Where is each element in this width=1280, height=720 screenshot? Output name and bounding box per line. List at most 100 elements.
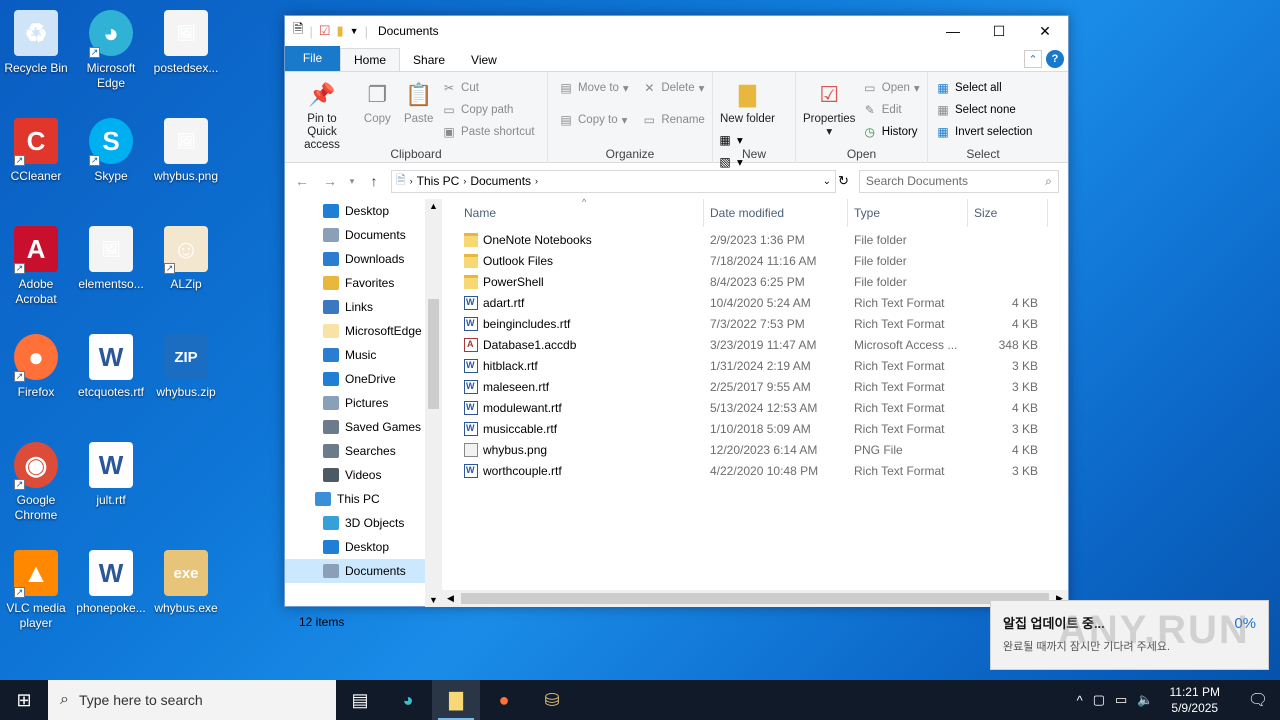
nav-item-music[interactable]: Music — [285, 343, 442, 367]
new-folder-icon[interactable]: ▮ — [337, 23, 344, 39]
task-view-button[interactable]: ▤ — [336, 680, 384, 720]
properties-button[interactable]: ☑ Properties ▾ — [800, 76, 858, 141]
nav-item-links[interactable]: Links — [285, 295, 442, 319]
nav-item-desktop[interactable]: Desktop — [285, 535, 442, 559]
column-size[interactable]: Size — [968, 199, 1048, 227]
desktop-icon-recycle-bin[interactable]: ♻ Recycle Bin — [0, 10, 74, 76]
tab-file[interactable]: File — [285, 46, 340, 71]
file-row[interactable]: hitblack.rtf 1/31/2024 2:19 AM Rich Text F… — [442, 355, 1068, 376]
tab-home[interactable]: Home — [340, 48, 401, 71]
taskbar-firefox[interactable]: ● — [480, 680, 528, 720]
properties-icon[interactable]: ☑ — [319, 23, 331, 39]
file-row[interactable]: Database1.accdb 3/23/2019 11:47 AM Microso… — [442, 334, 1068, 355]
history-button[interactable]: ◷ History — [862, 122, 920, 142]
desktop-icon-whybus-png[interactable]: 🖼 whybus.png — [148, 118, 224, 184]
battery-icon[interactable]: ▢ — [1093, 692, 1105, 708]
desktop-icon-ccleaner[interactable]: C ↗ CCleaner — [0, 118, 74, 184]
address-dropdown-icon[interactable]: ⌄ — [823, 176, 835, 187]
file-row[interactable]: adart.rtf 10/4/2020 5:24 AM Rich Text Form… — [442, 292, 1068, 313]
network-icon[interactable]: ▭ — [1115, 692, 1127, 708]
select-all-button[interactable]: ▦ Select all — [935, 78, 1032, 98]
file-row[interactable]: modulewant.rtf 5/13/2024 12:53 AM Rich Tex… — [442, 397, 1068, 418]
nav-item-downloads[interactable]: Downloads — [285, 247, 442, 271]
desktop-icon-jult-rtf[interactable]: Wjult.rtf — [73, 442, 149, 508]
nav-item-pictures[interactable]: Pictures — [285, 391, 442, 415]
search-documents-input[interactable]: Search Documents ⌕ — [858, 169, 1059, 193]
desktop-icon-vlc-media-player[interactable]: ▲ ↗ VLC media player — [0, 550, 74, 631]
action-center-icon[interactable]: 🗨 — [1236, 690, 1280, 710]
new-folder-button[interactable]: ▇ New folder — [717, 76, 778, 128]
desktop-icon-google-chrome[interactable]: ◉ ↗ Google Chrome — [0, 442, 74, 523]
file-row[interactable]: Outlook Files 7/18/2024 11:16 AM File fold… — [442, 250, 1068, 271]
desktop-icon-microsoft-edge[interactable]: ◕ ↗ Microsoft Edge — [73, 10, 149, 91]
rename-button[interactable]: ▭ Rename — [641, 110, 705, 130]
paste-button[interactable]: 📋 Paste — [400, 76, 438, 128]
nav-item-this-pc[interactable]: This PC — [285, 487, 442, 511]
invert-selection-button[interactable]: ▦ Invert selection — [935, 122, 1032, 142]
pin-quick-access-button[interactable]: 📌 Pin to Quick access — [289, 76, 355, 154]
minimize-button[interactable]: — — [930, 16, 976, 46]
desktop-icon-phonepoke[interactable]: Wphonepoke... — [73, 550, 149, 616]
breadcrumb-documents[interactable]: Documents — [470, 174, 531, 188]
move-to-button[interactable]: ▤ Move to ▾ — [558, 78, 638, 98]
address-bar[interactable]: 🗎 › This PC › Documents › ⌄ — [391, 169, 836, 193]
desktop-icon-elementso[interactable]: 🖼 elementso... — [73, 226, 149, 292]
desktop-icon-whybus-exe[interactable]: exe whybus.exe — [148, 550, 224, 616]
desktop-icon-alzip[interactable]: ☺ ↗ ALZip — [148, 226, 224, 292]
chevron-down-icon[interactable]: ▼ — [350, 26, 359, 36]
select-none-button[interactable]: ▦ Select none — [935, 100, 1032, 120]
back-arrow-icon[interactable]: ← — [291, 173, 313, 189]
taskbar-search[interactable]: ⌕ Type here to search — [48, 680, 336, 720]
column-type[interactable]: Type — [848, 199, 968, 227]
desktop-icon-whybus-zip[interactable]: ZIP whybus.zip — [148, 334, 224, 400]
horizontal-scrollbar[interactable]: ◀ ▶ — [442, 590, 1068, 607]
nav-item-searches[interactable]: Searches — [285, 439, 442, 463]
help-icon[interactable]: ? — [1046, 50, 1064, 68]
nav-item-desktop[interactable]: Desktop — [285, 199, 442, 223]
file-row[interactable]: OneNote Notebooks 2/9/2023 1:36 PM File fo… — [442, 229, 1068, 250]
file-row[interactable]: worthcouple.rtf 4/22/2020 10:48 PM Rich Te… — [442, 460, 1068, 481]
nav-scrollbar[interactable]: ▲ ▼ — [425, 199, 442, 607]
chevron-up-icon[interactable]: ^ — [1077, 693, 1083, 708]
breadcrumb-this-pc[interactable]: This PC — [417, 174, 460, 188]
nav-item-videos[interactable]: Videos — [285, 463, 442, 487]
desktop-icon-etcquotes-rtf[interactable]: Wetcquotes.rtf — [73, 334, 149, 400]
start-button[interactable]: ⊞ — [0, 680, 48, 720]
desktop-icon-skype[interactable]: S ↗ Skype — [73, 118, 149, 184]
file-row[interactable]: maleseen.rtf 2/25/2017 9:55 AM Rich Text F… — [442, 376, 1068, 397]
open-button[interactable]: ▭ Open ▾ — [862, 78, 920, 98]
forward-arrow-icon[interactable]: → — [319, 173, 341, 189]
desktop-icon-adobe-acrobat[interactable]: A ↗ Adobe Acrobat — [0, 226, 74, 307]
clock[interactable]: 11:21 PM 5/9/2025 — [1164, 684, 1226, 716]
close-button[interactable]: ✕ — [1022, 16, 1068, 46]
desktop-icon-firefox[interactable]: ● ↗ Firefox — [0, 334, 74, 400]
maximize-button[interactable]: ☐ — [976, 16, 1022, 46]
copy-button[interactable]: ❐ Copy — [358, 76, 396, 128]
nav-item-saved-games[interactable]: Saved Games — [285, 415, 442, 439]
collapse-ribbon-icon[interactable]: ⌃ — [1024, 50, 1042, 68]
tab-share[interactable]: Share — [400, 49, 458, 71]
file-row[interactable]: PowerShell 8/4/2023 6:25 PM File folder — [442, 271, 1068, 292]
taskbar-alzip-installer[interactable]: ⛁ — [528, 680, 576, 720]
column-name[interactable]: Name — [442, 199, 704, 227]
nav-item-documents[interactable]: Documents — [285, 223, 442, 247]
nav-item-microsoftedge[interactable]: MicrosoftEdge — [285, 319, 442, 343]
taskbar-edge[interactable]: ◕ — [384, 680, 432, 720]
delete-button[interactable]: ✕ Delete ▾ — [641, 78, 704, 98]
column-date-modified[interactable]: Date modified — [704, 199, 848, 227]
copy-to-button[interactable]: ▤ Copy to ▾ — [558, 110, 638, 130]
nav-item-3d-objects[interactable]: 3D Objects — [285, 511, 442, 535]
taskbar-file-explorer[interactable]: ▇ — [432, 680, 480, 720]
recent-locations-icon[interactable]: ▾ — [347, 176, 357, 187]
nav-item-documents[interactable]: Documents — [285, 559, 442, 583]
file-row[interactable]: musiccable.rtf 1/10/2018 5:09 AM Rich Text… — [442, 418, 1068, 439]
desktop-icon-postedsex[interactable]: 🖼 postedsex... — [148, 10, 224, 76]
tab-view[interactable]: View — [458, 49, 510, 71]
copy-path-button[interactable]: ▭ Copy path — [441, 100, 535, 120]
file-row[interactable]: whybus.png 12/20/2023 6:14 AM PNG File 4 KB — [442, 439, 1068, 460]
nav-item-onedrive[interactable]: OneDrive — [285, 367, 442, 391]
paste-shortcut-button[interactable]: ▣ Paste shortcut — [441, 122, 534, 142]
cut-button[interactable]: ✂ Cut — [441, 78, 535, 98]
up-arrow-icon[interactable]: ↑ — [363, 173, 385, 189]
refresh-icon[interactable]: ↻ — [838, 173, 849, 189]
